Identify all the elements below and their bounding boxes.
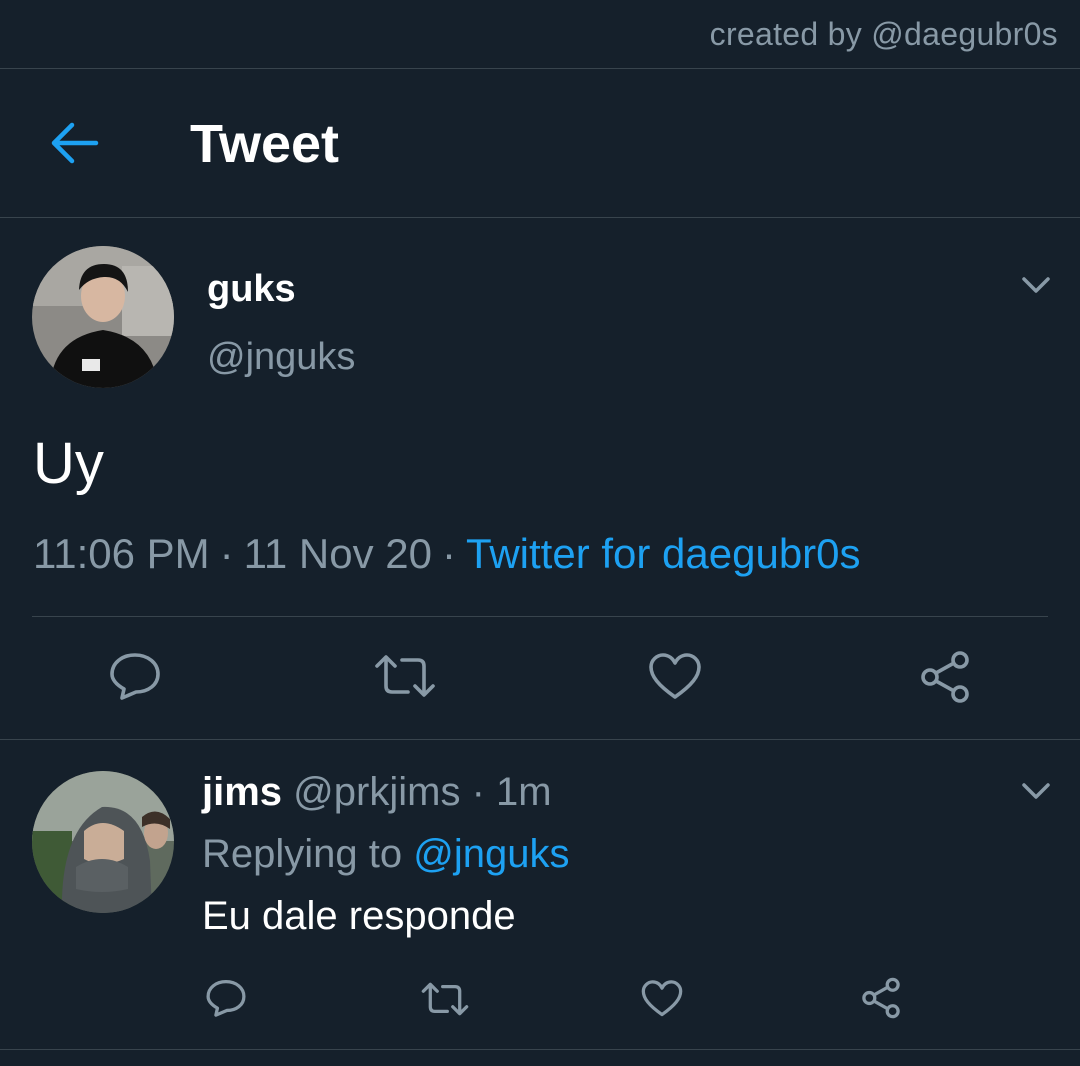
- reply-tweet[interactable]: jims @prkjims · 1m Replying to @jnguks E…: [0, 740, 1080, 1050]
- main-tweet: guks @jnguks Uy 11:06 PM · 11 Nov 20 · Twitt…: [0, 218, 1080, 740]
- back-button[interactable]: [44, 117, 104, 169]
- display-name[interactable]: guks: [207, 268, 296, 311]
- username[interactable]: @prkjims: [293, 770, 460, 814]
- mention-link[interactable]: @jnguks: [413, 832, 569, 876]
- more-options-button[interactable]: [1020, 274, 1052, 296]
- more-options-button[interactable]: [1020, 780, 1052, 802]
- like-button[interactable]: [641, 979, 683, 1019]
- divider: [32, 616, 1048, 617]
- page-title: Tweet: [190, 114, 340, 174]
- replying-prefix: Replying to: [202, 832, 403, 876]
- retweet-button[interactable]: [374, 652, 436, 700]
- tweet-meta: 11:06 PM · 11 Nov 20 · Twitter for daegubr0s: [33, 530, 861, 578]
- retweet-icon: [421, 982, 469, 1016]
- tweet-text: Uy: [33, 431, 104, 496]
- share-icon: [921, 651, 969, 703]
- share-button[interactable]: [918, 650, 972, 704]
- profile-photo: [32, 246, 174, 388]
- chevron-down-icon: [1022, 783, 1050, 799]
- reply-icon: [206, 980, 246, 1017]
- heart-icon: [641, 980, 683, 1017]
- profile-photo: [32, 771, 174, 913]
- separator: ·: [442, 530, 456, 577]
- retweet-icon: [375, 655, 435, 697]
- reply-button[interactable]: [108, 650, 162, 702]
- arrow-left-icon: [51, 122, 99, 164]
- reply-button[interactable]: [205, 977, 247, 1019]
- separator: ·: [471, 770, 485, 814]
- share-icon: [862, 977, 900, 1019]
- avatar[interactable]: [32, 771, 174, 913]
- share-button[interactable]: [860, 977, 902, 1019]
- separator: ·: [219, 530, 234, 577]
- credit-bar: created by @daegubr0s: [0, 0, 1080, 69]
- source-link[interactable]: Twitter for daegubr0s: [466, 530, 861, 577]
- like-button[interactable]: [648, 652, 702, 702]
- reply-text: Eu dale responde: [202, 894, 516, 938]
- reply-header: jims @prkjims · 1m: [202, 770, 552, 815]
- tweet-time: 11:06 PM: [33, 530, 210, 577]
- credit-text: created by @daegubr0s: [709, 16, 1058, 52]
- tweet-date: 11 Nov 20: [243, 530, 432, 577]
- retweet-button[interactable]: [421, 980, 469, 1018]
- chevron-down-icon: [1022, 277, 1050, 293]
- reply-time[interactable]: 1m: [496, 770, 552, 814]
- username[interactable]: @jnguks: [207, 336, 355, 379]
- replying-to: Replying to @jnguks: [202, 832, 569, 877]
- avatar[interactable]: [32, 246, 174, 388]
- app-header: Tweet: [0, 69, 1080, 218]
- heart-icon: [649, 653, 701, 699]
- display-name[interactable]: jims: [202, 770, 282, 814]
- reply-icon: [110, 653, 160, 700]
